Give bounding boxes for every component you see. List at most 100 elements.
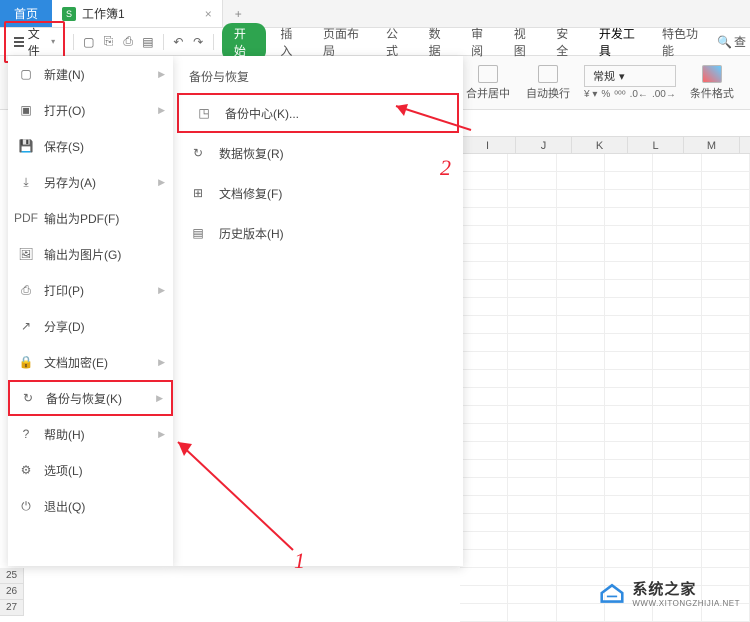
cell[interactable] (460, 172, 508, 189)
cell[interactable] (557, 334, 605, 351)
cell[interactable] (460, 460, 508, 477)
cell[interactable] (460, 568, 508, 585)
cell[interactable] (508, 334, 556, 351)
tab-document[interactable]: S 工作簿1 × (52, 0, 223, 27)
cell[interactable] (508, 604, 556, 621)
cell[interactable] (605, 208, 653, 225)
cell[interactable] (702, 388, 750, 405)
cell[interactable] (653, 424, 701, 441)
file-menu-item[interactable]: ?帮助(H)▶ (8, 416, 173, 452)
col-header[interactable]: I (460, 137, 516, 153)
cell[interactable] (702, 244, 750, 261)
row-number[interactable]: 25 (0, 568, 24, 584)
cell[interactable] (460, 478, 508, 495)
file-menu-item[interactable]: 💾保存(S) (8, 128, 173, 164)
number-format-dropdown[interactable]: 常规 ▾ (584, 65, 676, 87)
paste-icon[interactable]: ⎘ (102, 34, 116, 50)
cell[interactable] (702, 298, 750, 315)
cell[interactable] (508, 424, 556, 441)
cell[interactable] (557, 352, 605, 369)
grid-row[interactable] (460, 532, 750, 550)
cell[interactable] (508, 406, 556, 423)
cell[interactable] (605, 154, 653, 171)
ribbon-tab-data[interactable]: 数据 (421, 25, 458, 59)
cell[interactable] (605, 496, 653, 513)
cell[interactable] (702, 154, 750, 171)
grid-row[interactable] (460, 550, 750, 568)
percent-icon[interactable]: % (601, 89, 610, 100)
grid-row[interactable] (460, 496, 750, 514)
cell[interactable] (460, 226, 508, 243)
cell[interactable] (605, 190, 653, 207)
cell[interactable] (557, 514, 605, 531)
cell[interactable] (605, 226, 653, 243)
cell[interactable] (557, 280, 605, 297)
cell[interactable] (460, 334, 508, 351)
cell[interactable] (653, 550, 701, 567)
cell[interactable] (702, 496, 750, 513)
cell[interactable] (605, 388, 653, 405)
grid-row[interactable] (460, 316, 750, 334)
grid-row[interactable] (460, 388, 750, 406)
comma-icon[interactable]: ᵒᵒᵒ (614, 89, 625, 100)
grid-row[interactable] (460, 262, 750, 280)
cell[interactable] (460, 316, 508, 333)
cell[interactable] (508, 280, 556, 297)
grid-row[interactable] (460, 208, 750, 226)
cell[interactable] (653, 514, 701, 531)
grid-row[interactable] (460, 172, 750, 190)
cell[interactable] (702, 352, 750, 369)
cell[interactable] (702, 424, 750, 441)
cell[interactable] (702, 190, 750, 207)
cell[interactable] (508, 388, 556, 405)
cell[interactable] (605, 478, 653, 495)
cell[interactable] (557, 208, 605, 225)
ribbon-tab-start[interactable]: 开始 (222, 23, 267, 61)
col-header[interactable]: L (628, 137, 684, 153)
cell[interactable] (653, 316, 701, 333)
file-menu-item[interactable]: ⤓另存为(A)▶ (8, 164, 173, 200)
cell[interactable] (557, 262, 605, 279)
cell[interactable] (508, 532, 556, 549)
cell[interactable] (460, 388, 508, 405)
cell[interactable] (653, 190, 701, 207)
currency-icon[interactable]: ¥ ▾ (584, 89, 597, 100)
cell[interactable] (605, 172, 653, 189)
cell[interactable] (508, 514, 556, 531)
cell[interactable] (702, 334, 750, 351)
cell[interactable] (702, 262, 750, 279)
file-menu-item[interactable]: ▢新建(N)▶ (8, 56, 173, 92)
search-button[interactable]: 🔍 查 (717, 33, 746, 50)
grid-row[interactable] (460, 280, 750, 298)
cell[interactable] (460, 190, 508, 207)
file-menu-item[interactable]: ⚙选项(L) (8, 452, 173, 488)
cell[interactable] (653, 172, 701, 189)
cell[interactable] (557, 298, 605, 315)
decimal-dec-icon[interactable]: .00→ (652, 89, 676, 100)
cell[interactable] (653, 352, 701, 369)
cell[interactable] (508, 478, 556, 495)
submenu-item[interactable]: ◳备份中心(K)... (177, 93, 459, 133)
cell[interactable] (508, 244, 556, 261)
cell[interactable] (460, 262, 508, 279)
cell[interactable] (557, 244, 605, 261)
cell[interactable] (557, 496, 605, 513)
submenu-item[interactable]: ↻数据恢复(R) (173, 133, 463, 173)
preview-icon[interactable]: ▤ (141, 34, 155, 50)
cell[interactable] (460, 496, 508, 513)
cell[interactable] (653, 370, 701, 387)
cell[interactable] (508, 568, 556, 585)
cell[interactable] (605, 352, 653, 369)
cell[interactable] (557, 550, 605, 567)
merge-center-button[interactable]: 合并居中 (460, 65, 516, 101)
grid-row[interactable] (460, 442, 750, 460)
cell[interactable] (557, 370, 605, 387)
cell[interactable] (702, 460, 750, 477)
cell[interactable] (508, 460, 556, 477)
cond-format-button[interactable]: 条件格式 (684, 65, 740, 101)
cell[interactable] (508, 316, 556, 333)
submenu-item[interactable]: ▤历史版本(H) (173, 213, 463, 253)
cell[interactable] (702, 514, 750, 531)
cell[interactable] (605, 424, 653, 441)
file-menu-item[interactable]: ⏻退出(Q) (8, 488, 173, 524)
